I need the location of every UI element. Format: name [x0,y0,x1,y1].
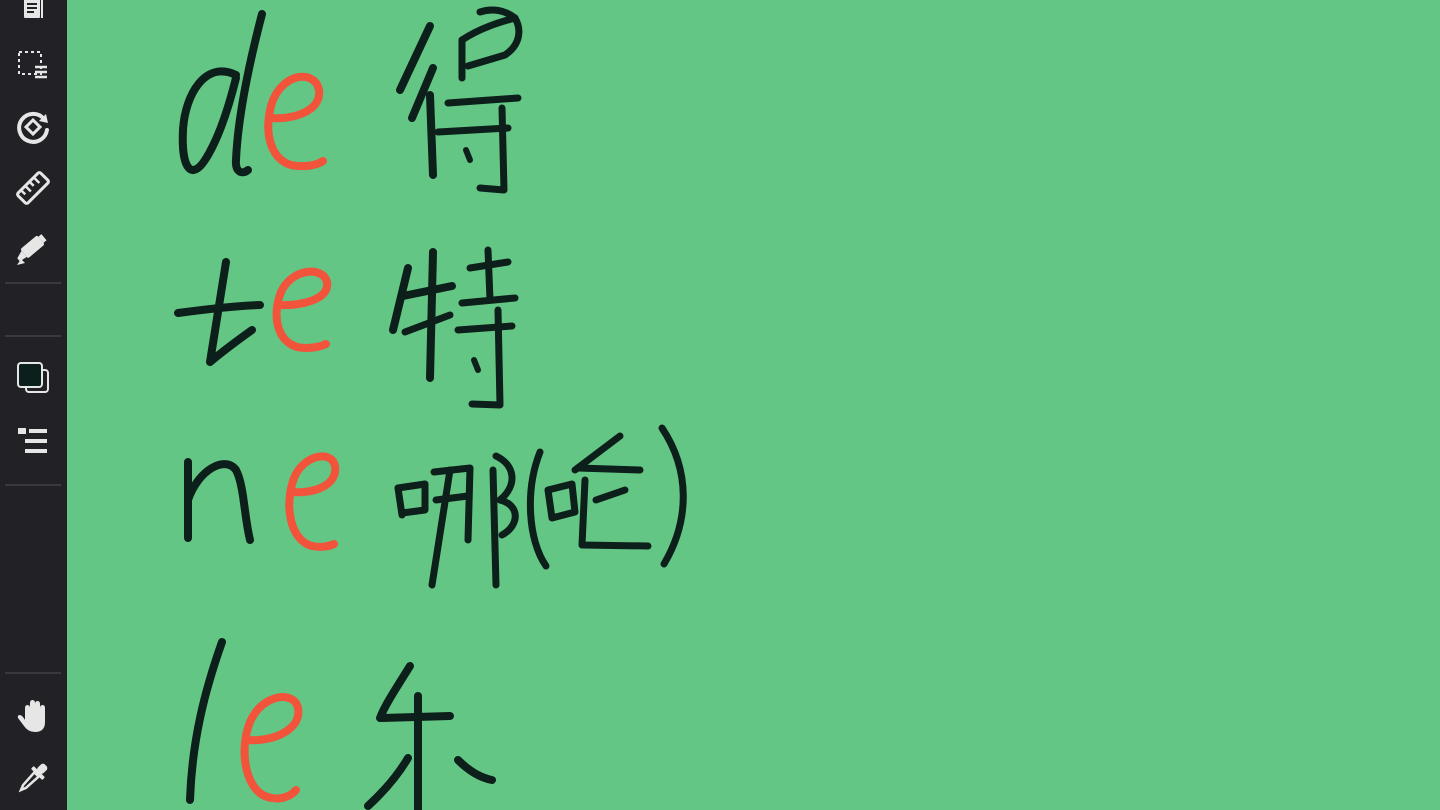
handwritten-character-de [396,6,523,194]
handwritten-consonant-l [186,638,226,804]
handwriting-row-ne [184,424,687,589]
toolbar-separator [5,672,61,674]
handwritten-consonant-n [184,458,254,544]
toolbar-separator [5,282,61,284]
layers-list-icon[interactable] [11,419,55,463]
handwritten-vowel-e [272,267,332,352]
toolbar-separator [5,484,61,486]
handwritten-character-ne-paren [526,424,687,570]
lasso-select-icon[interactable] [11,43,55,87]
drawing-canvas[interactable] [67,0,1440,810]
handwritten-vowel-e [240,693,303,803]
handwritten-character-le [364,662,496,810]
toolbar-separator [5,335,61,337]
handwriting-row-le [186,638,496,810]
color-swatch-icon[interactable] [11,356,55,400]
handwritten-consonant-t [174,258,264,366]
handwritten-consonant-d [178,10,266,177]
highlighter-icon[interactable] [11,227,55,271]
eyedropper-icon[interactable] [11,756,55,800]
handwritten-vowel-e [264,72,327,171]
shape-rotate-icon[interactable] [11,104,55,148]
handwritten-vowel-e [285,452,340,551]
handwriting-row-te [174,246,519,409]
handwriting-row-de [178,6,523,194]
handwritten-character-na [394,452,519,589]
ruler-icon[interactable] [11,166,55,210]
toolbar [0,0,67,810]
hand-pan-icon[interactable] [11,694,55,738]
handwritten-character-te [389,246,519,409]
document-icon[interactable] [11,0,55,32]
